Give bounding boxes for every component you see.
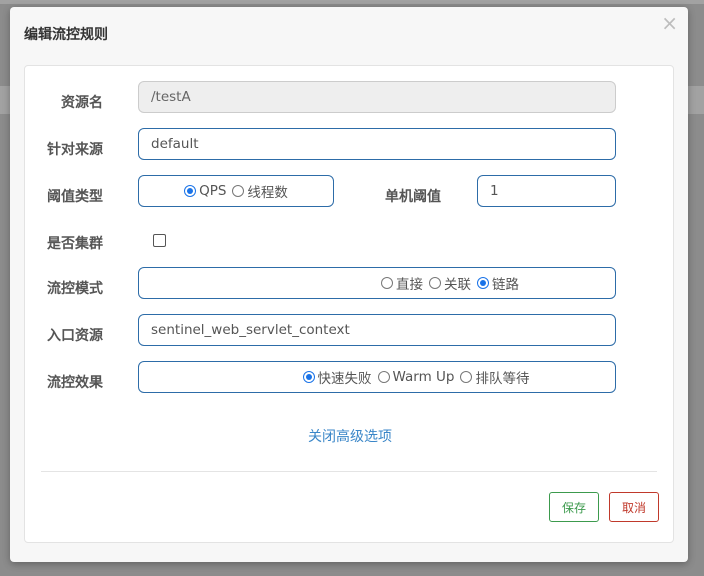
backdrop-strip-top	[0, 0, 704, 4]
strategy-relate-radio[interactable]: 关联	[429, 273, 471, 293]
radio-unchecked-icon	[381, 277, 393, 289]
cluster-checkbox[interactable]	[153, 234, 166, 247]
limit-app-value: default	[151, 136, 199, 152]
threshold-type-group: QPS 线程数	[138, 175, 334, 207]
single-threshold-label: 单机阈值	[385, 189, 441, 205]
flow-rule-dialog: 编辑流控规则 × 资源名 /testA 针对来源 default 阈值类型 QP…	[10, 7, 688, 562]
advanced-options-toggle-link[interactable]: 关闭高级选项	[25, 426, 675, 446]
behavior-fast-fail-radio[interactable]: 快速失败	[302, 367, 372, 387]
radio-unchecked-icon	[429, 277, 441, 289]
cancel-button[interactable]: 取消	[609, 492, 659, 522]
control-behavior-group: 快速失败 Warm Up 排队等待	[138, 361, 616, 393]
strategy-label: 流控模式	[47, 281, 103, 297]
limit-app-field[interactable]: default	[138, 128, 616, 160]
cluster-label: 是否集群	[47, 236, 103, 252]
behavior-warm-up-label: Warm Up	[392, 369, 455, 385]
ref-resource-value: sentinel_web_servlet_context	[151, 322, 350, 338]
single-threshold-field[interactable]: 1	[477, 175, 616, 207]
behavior-queue-radio[interactable]: 排队等待	[460, 367, 529, 387]
strategy-group: 直接 关联 链路	[138, 267, 616, 299]
strategy-relate-label: 关联	[444, 277, 471, 293]
threshold-type-qps-label: QPS	[199, 183, 227, 199]
radio-checked-icon	[302, 371, 315, 383]
ref-resource-label: 入口资源	[47, 328, 103, 344]
strategy-chain-radio[interactable]: 链路	[477, 273, 519, 293]
resource-name-label: 资源名	[61, 95, 103, 111]
threshold-type-qps-radio[interactable]: QPS	[184, 183, 226, 199]
footer-divider	[41, 471, 657, 472]
behavior-queue-label: 排队等待	[475, 371, 530, 387]
radio-unchecked-icon	[377, 371, 390, 383]
control-behavior-label: 流控效果	[47, 375, 103, 391]
behavior-fast-fail-label: 快速失败	[317, 371, 372, 387]
dialog-title: 编辑流控规则	[24, 27, 108, 43]
behavior-warm-up-radio[interactable]: Warm Up	[377, 369, 455, 385]
threshold-type-label: 阈值类型	[47, 189, 103, 205]
resource-name-value: /testA	[151, 89, 191, 105]
radio-checked-icon	[477, 277, 489, 289]
close-icon[interactable]: ×	[661, 12, 678, 34]
strategy-chain-label: 链路	[492, 277, 519, 293]
threshold-type-thread-radio[interactable]: 线程数	[232, 181, 288, 201]
threshold-type-thread-label: 线程数	[247, 185, 288, 201]
radio-unchecked-icon	[460, 371, 473, 383]
form-panel: 资源名 /testA 针对来源 default 阈值类型 QPS 线程数 单机阈…	[24, 65, 674, 543]
single-threshold-value: 1	[490, 183, 499, 199]
ref-resource-field[interactable]: sentinel_web_servlet_context	[138, 314, 616, 346]
strategy-direct-label: 直接	[396, 277, 423, 293]
radio-checked-icon	[184, 185, 197, 197]
strategy-direct-radio[interactable]: 直接	[381, 273, 423, 293]
resource-name-field[interactable]: /testA	[138, 81, 616, 113]
limit-app-label: 针对来源	[47, 142, 103, 158]
radio-unchecked-icon	[232, 185, 245, 197]
save-button[interactable]: 保存	[549, 492, 599, 522]
